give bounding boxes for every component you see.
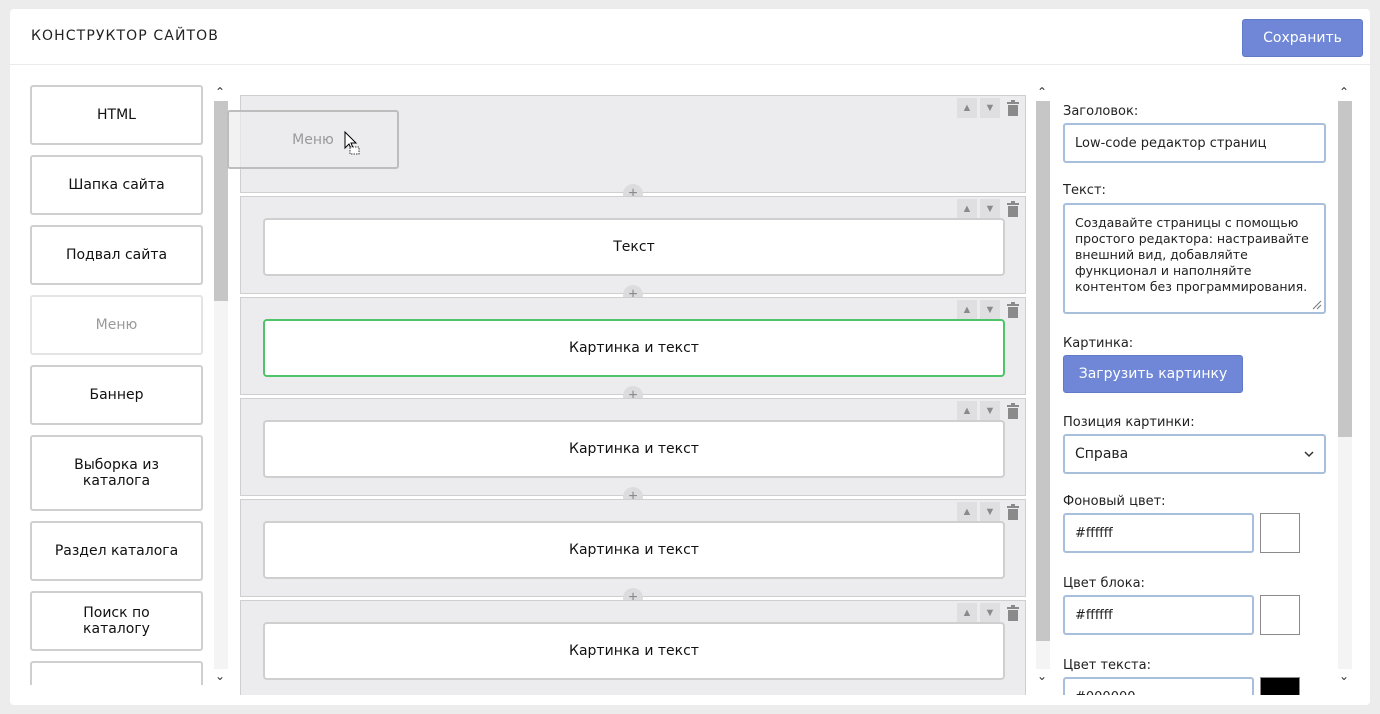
block-color-swatch[interactable] <box>1260 595 1300 635</box>
palette-item-banner[interactable]: Баннер <box>30 365 203 425</box>
bg-color-label: Фоновый цвет: <box>1063 494 1166 509</box>
triangle-down-icon[interactable]: ▼ <box>980 502 1000 522</box>
app-title: КОНСТРУКТОР САЙТОВ <box>31 28 219 44</box>
heading-input[interactable]: Low-code редактор страниц <box>1063 123 1326 163</box>
triangle-down-icon[interactable]: ▼ <box>980 199 1000 219</box>
palette-item-footer[interactable]: Подвал сайта <box>30 225 203 285</box>
chevron-up-icon[interactable]: ⌃ <box>1034 85 1050 99</box>
canvas-scroll-thumb[interactable] <box>1036 101 1050 641</box>
canvas-block[interactable]: ▲ ▼ Картинка и текст <box>240 297 1026 395</box>
image-position-value: Справа <box>1075 446 1129 462</box>
header: КОНСТРУКТОР САЙТОВ Сохранить <box>10 9 1370 65</box>
block-color-input[interactable]: #ffffff <box>1063 595 1254 635</box>
canvas-scrollbar[interactable]: ⌃ ⌄ <box>1034 85 1050 685</box>
triangle-up-icon[interactable]: ▲ <box>957 502 977 522</box>
resize-grip-icon[interactable] <box>1310 298 1322 310</box>
canvas-block[interactable]: ▲ ▼ Текст <box>240 196 1026 294</box>
triangle-up-icon[interactable]: ▲ <box>957 603 977 623</box>
chevron-down-icon[interactable]: ⌄ <box>212 669 228 683</box>
bg-color-swatch[interactable] <box>1260 513 1300 553</box>
trash-icon[interactable] <box>1003 603 1023 623</box>
triangle-up-icon[interactable]: ▲ <box>957 199 977 219</box>
settings-panel: Заголовок: Low-code редактор страниц Тек… <box>1062 85 1328 695</box>
triangle-up-icon[interactable]: ▲ <box>957 401 977 421</box>
triangle-up-icon[interactable]: ▲ <box>957 300 977 320</box>
palette-item-catalog-search[interactable]: Поиск по каталогу <box>30 591 203 651</box>
palette-scroll-thumb[interactable] <box>214 101 228 301</box>
bg-color-input[interactable]: #ffffff <box>1063 513 1254 553</box>
block-palette: HTML Шапка сайта Подвал сайта Меню Банне… <box>30 85 204 685</box>
block-content[interactable]: Текст <box>263 218 1005 276</box>
trash-icon[interactable] <box>1003 401 1023 421</box>
chevron-down-icon[interactable]: ⌄ <box>1034 669 1050 683</box>
palette-item-menu[interactable]: Меню <box>30 295 203 355</box>
text-color-input[interactable]: #000000 <box>1063 677 1254 695</box>
block-content[interactable]: Картинка и текст <box>263 622 1005 680</box>
block-content-selected[interactable]: Картинка и текст <box>263 319 1005 377</box>
image-position-select[interactable]: Справа <box>1063 434 1326 474</box>
text-textarea[interactable]: Создавайте страницы с помощью простого р… <box>1063 203 1326 314</box>
upload-image-button[interactable]: Загрузить картинку <box>1063 355 1243 393</box>
trash-icon[interactable] <box>1003 199 1023 219</box>
chevron-down-icon[interactable]: ⌄ <box>1336 669 1352 683</box>
chevron-down-icon <box>1304 451 1314 458</box>
chevron-up-icon[interactable]: ⌃ <box>1336 85 1352 99</box>
triangle-down-icon[interactable]: ▼ <box>980 603 1000 623</box>
palette-item-catalog-selection[interactable]: Выборка из каталога <box>30 435 203 511</box>
text-color-swatch[interactable] <box>1260 677 1300 695</box>
block-color-label: Цвет блока: <box>1063 576 1145 591</box>
trash-icon[interactable] <box>1003 98 1023 118</box>
canvas-block[interactable]: ▲ ▼ Картинка и текст <box>240 600 1026 695</box>
text-label: Текст: <box>1063 183 1106 198</box>
triangle-down-icon[interactable]: ▼ <box>980 401 1000 421</box>
drag-cursor-icon <box>344 131 360 155</box>
save-button[interactable]: Сохранить <box>1242 19 1363 57</box>
canvas-block[interactable]: ▲ ▼ Картинка и текст <box>240 499 1026 597</box>
editor-card: КОНСТРУКТОР САЙТОВ Сохранить HTML Шапка … <box>10 9 1370 705</box>
text-color-label: Цвет текста: <box>1063 658 1151 673</box>
triangle-down-icon[interactable]: ▼ <box>980 300 1000 320</box>
palette-item-html[interactable]: HTML <box>30 85 203 145</box>
trash-icon[interactable] <box>1003 300 1023 320</box>
panel-scrollbar[interactable]: ⌃ ⌄ <box>1336 85 1352 685</box>
palette-item-more[interactable] <box>30 661 203 685</box>
block-content[interactable]: Картинка и текст <box>263 420 1005 478</box>
image-label: Картинка: <box>1063 336 1134 351</box>
palette-item-catalog-section[interactable]: Раздел каталога <box>30 521 203 581</box>
drag-ghost: Меню <box>227 110 399 169</box>
trash-icon[interactable] <box>1003 502 1023 522</box>
chevron-up-icon[interactable]: ⌃ <box>212 85 228 99</box>
text-value: Создавайте страницы с помощью простого р… <box>1075 215 1309 294</box>
image-position-label: Позиция картинки: <box>1063 415 1195 430</box>
page-canvas: ▲ ▼ + ▲ ▼ Текст + ▲ ▼ Картинка и текст +… <box>240 93 1026 695</box>
canvas-block[interactable]: ▲ ▼ Картинка и текст <box>240 398 1026 496</box>
triangle-down-icon[interactable]: ▼ <box>980 98 1000 118</box>
heading-label: Заголовок: <box>1063 104 1139 119</box>
palette-item-header[interactable]: Шапка сайта <box>30 155 203 215</box>
block-content[interactable]: Картинка и текст <box>263 521 1005 579</box>
panel-scroll-thumb[interactable] <box>1338 101 1352 437</box>
triangle-up-icon[interactable]: ▲ <box>957 98 977 118</box>
palette-scrollbar[interactable]: ⌃ ⌄ <box>212 85 228 685</box>
